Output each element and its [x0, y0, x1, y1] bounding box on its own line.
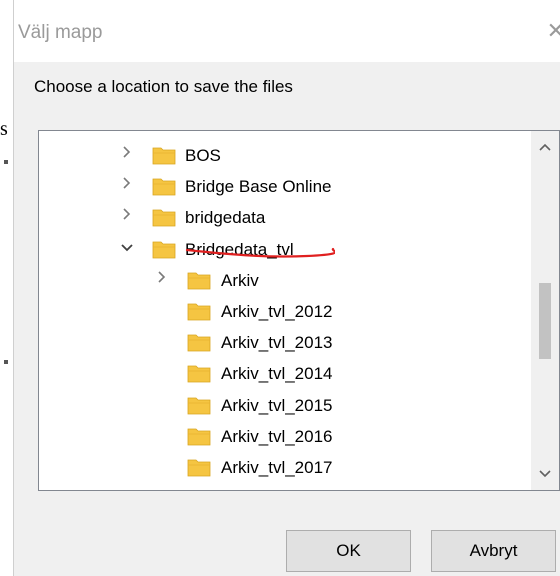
close-icon[interactable]: ✕	[547, 20, 560, 42]
red-underline-annotation	[185, 247, 335, 258]
tree-item[interactable]: Arkiv_tvl_2016	[39, 422, 531, 452]
folder-tree[interactable]: BOS Bridge Base Online bridgedata Bridgedat…	[38, 130, 560, 491]
chevron-right-icon[interactable]	[119, 206, 135, 228]
chevron-right-icon[interactable]	[119, 144, 135, 166]
background-text-fragment: s	[0, 118, 8, 140]
folder-picker-dialog: Välj mapp ✕ Choose a location to save th…	[13, 0, 560, 576]
scroll-up-icon[interactable]	[531, 135, 559, 159]
background-page: s	[0, 0, 13, 576]
tree-item-label: Bridge Base Online	[185, 177, 332, 197]
tree-item-label: bridgedata	[185, 208, 266, 228]
tree-item[interactable]: Arkiv_tvl_2014	[39, 359, 531, 389]
tree-item[interactable]: Arkiv_tvl_2012	[39, 297, 531, 327]
tree-item[interactable]: Arkiv_tvl_2017	[39, 453, 531, 483]
folder-icon	[152, 488, 176, 490]
scroll-thumb[interactable]	[539, 283, 551, 359]
tree-item-label: Arkiv_tvl_2012	[221, 302, 333, 321]
tree-item-label: Arkiv_tvl_2013	[221, 333, 333, 353]
ok-button[interactable]: OK	[286, 530, 411, 572]
tree-item-label: Arkiv_tvl_2014	[221, 364, 333, 384]
chevron-right-icon[interactable]	[119, 175, 135, 197]
folder-icon	[152, 239, 176, 259]
folder-icon	[187, 301, 211, 321]
chevron-down-icon[interactable]	[119, 238, 135, 260]
folder-icon	[187, 363, 211, 383]
tree-item[interactable]: Bridge Base Online	[39, 172, 531, 202]
folder-icon	[187, 426, 211, 446]
tree-item-label: Arkiv_tvl_2017	[221, 458, 333, 477]
dialog-prompt: Choose a location to save the files	[34, 77, 293, 96]
folder-icon	[187, 332, 211, 352]
folder-icon	[152, 176, 176, 196]
window-title: Välj mapp	[18, 22, 103, 43]
tree-item[interactable]: Arkiv	[39, 266, 531, 296]
tree-item[interactable]: BOS	[39, 141, 531, 171]
tree-item[interactable]: bridgedata	[39, 203, 531, 233]
folder-icon	[152, 207, 176, 227]
background-mark	[4, 360, 8, 364]
folder-icon	[187, 270, 211, 290]
tree-item-label: Arkiv_tvl_2015	[221, 395, 333, 415]
tree-item[interactable]: Arkiv_tvl_2013	[39, 328, 531, 358]
folder-icon	[187, 457, 211, 477]
cancel-button[interactable]: Avbryt	[431, 530, 556, 572]
background-mark	[4, 160, 8, 164]
vertical-scrollbar[interactable]	[531, 131, 559, 490]
tree-item-label: BOS	[185, 146, 221, 165]
folder-icon	[187, 395, 211, 415]
tree-item-label: Arkiv_tvl_2016	[221, 426, 333, 446]
scroll-down-icon[interactable]	[531, 462, 559, 486]
tree-item-label: Arkiv	[221, 270, 259, 290]
title-bar: Välj mapp ✕	[14, 0, 560, 62]
folder-icon	[152, 145, 176, 165]
chevron-right-icon[interactable]	[154, 269, 170, 291]
tree-item[interactable]: Arkiv_tvl_2015	[39, 391, 531, 421]
